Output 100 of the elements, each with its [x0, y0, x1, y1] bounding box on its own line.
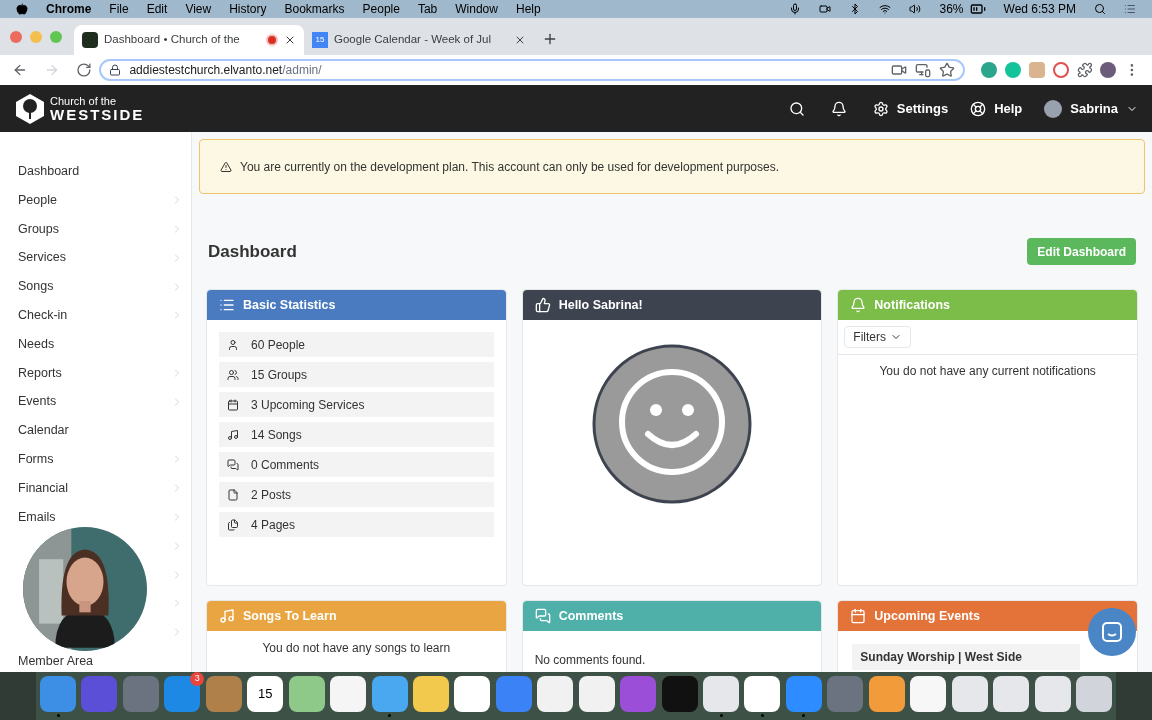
stat-row[interactable]: 4 Pages — [219, 512, 494, 537]
app-icon[interactable]: 15 — [247, 675, 284, 712]
camera-icon[interactable] — [891, 62, 908, 78]
apple-icon[interactable] — [16, 3, 28, 15]
stat-row[interactable]: 2 Posts — [219, 482, 494, 507]
sidebar-item[interactable]: Check-in — [18, 306, 68, 325]
battery-icon[interactable] — [969, 1, 986, 17]
tree-logo-icon[interactable] — [14, 92, 46, 125]
sidebar-item[interactable]: Calendar — [18, 421, 69, 440]
running-indicator — [56, 713, 60, 717]
sidebar-item[interactable]: Groups — [18, 219, 59, 239]
notifications-icon[interactable] — [830, 100, 847, 117]
app-icon[interactable] — [910, 675, 947, 712]
menu-item[interactable]: Window — [455, 0, 498, 18]
empty-message: You do not have any songs to learn — [261, 640, 452, 657]
stat-row[interactable]: 3 Upcoming Services — [219, 392, 494, 417]
lock-icon — [109, 64, 122, 76]
menu-item[interactable]: File — [109, 0, 129, 18]
app-icon[interactable] — [454, 675, 491, 712]
card-title: Upcoming Events — [874, 607, 980, 625]
user-menu[interactable]: Sabrina — [1044, 98, 1138, 119]
calendar-icon — [850, 608, 867, 624]
sidebar-item[interactable]: Songs — [18, 277, 54, 296]
app-icon[interactable] — [578, 675, 615, 712]
sidebar-item[interactable]: Forms — [18, 450, 54, 469]
menu-item[interactable]: Help — [515, 0, 541, 18]
extensions-icon[interactable] — [1076, 62, 1093, 78]
sidebar-item[interactable]: Financial — [18, 478, 69, 498]
search-icon[interactable] — [788, 100, 805, 117]
sidebar-item[interactable]: People — [18, 190, 57, 210]
filters-dropdown[interactable]: Filters — [844, 326, 911, 348]
menu-item[interactable]: View — [185, 0, 212, 18]
page-title: Dashboard — [208, 240, 297, 263]
lifebuoy-icon — [970, 100, 987, 117]
tab-title: Google Calendar - Week of Jul — [334, 32, 493, 48]
close-icon[interactable] — [284, 34, 296, 46]
sidebar-item[interactable]: Services — [18, 248, 66, 268]
sidebar-item[interactable]: Member Area — [18, 651, 94, 671]
devices-icon[interactable] — [915, 62, 932, 78]
empty-message: You do not have any current notifications — [878, 363, 1097, 380]
stat-row[interactable]: 14 Songs — [219, 422, 494, 447]
sidebar-item[interactable]: Emails — [18, 507, 56, 527]
extension-icon[interactable] — [981, 62, 998, 78]
browser-tab[interactable]: Dashboard • Church of the — [74, 25, 304, 55]
help-button[interactable]: Help — [970, 98, 1023, 119]
reload-icon[interactable] — [75, 62, 92, 78]
app-icon[interactable] — [288, 675, 325, 712]
documents-icon — [227, 518, 239, 531]
calendar-favicon: 15 — [312, 32, 328, 48]
sidebar-item[interactable]: Events — [18, 392, 57, 412]
chat-bubbles-icon — [534, 608, 551, 624]
camera-icon[interactable] — [819, 3, 832, 15]
app-icon[interactable] — [537, 675, 574, 712]
thumbs-up-icon — [534, 297, 551, 313]
people-icon — [227, 368, 239, 381]
menu-item[interactable]: Bookmarks — [284, 0, 345, 18]
stat-row[interactable]: 15 Groups — [219, 362, 494, 387]
app-icon[interactable] — [744, 675, 781, 712]
event-item[interactable]: Sunday Worship | West Side — [852, 644, 1081, 670]
stat-row[interactable]: 0 Comments — [219, 452, 494, 477]
menu-item[interactable]: History — [229, 0, 267, 18]
battery-percentage: 36% — [939, 1, 964, 18]
url-host: addiestestchurch.elvanto.net — [129, 63, 283, 77]
volume-icon[interactable] — [909, 3, 922, 15]
avatar-icon — [592, 344, 752, 504]
app-icon[interactable] — [993, 675, 1030, 712]
close-icon[interactable] — [514, 34, 526, 46]
menu-item[interactable]: Edit — [146, 0, 168, 18]
app-icon[interactable] — [412, 675, 449, 712]
clock[interactable]: Wed 6:53 PM — [1003, 0, 1076, 18]
sidebar-item[interactable]: Reports — [18, 363, 62, 383]
person-icon — [227, 338, 239, 351]
stat-row[interactable]: 60 People — [219, 332, 494, 357]
app-icon[interactable] — [868, 675, 905, 712]
sidebar-item[interactable]: Needs — [18, 334, 55, 354]
chat-icon — [1100, 620, 1124, 644]
search-icon[interactable] — [1094, 3, 1106, 15]
menu-item[interactable]: Chrome — [46, 0, 92, 18]
menu-item[interactable]: People — [362, 0, 400, 18]
profile-avatar[interactable] — [1100, 62, 1117, 78]
wifi-icon[interactable] — [879, 3, 892, 15]
menu-icon[interactable] — [1124, 3, 1136, 15]
app-icon[interactable] — [951, 675, 988, 712]
sidebar-item[interactable]: Dashboard — [18, 162, 80, 181]
gear-icon — [872, 100, 889, 117]
extension-icon[interactable] — [1052, 62, 1069, 78]
settings-button[interactable]: Settings — [872, 98, 949, 119]
back-icon[interactable] — [12, 62, 28, 78]
browser-tab[interactable]: 15 Google Calendar - Week of Jul — [304, 25, 534, 55]
app-icon[interactable] — [1034, 675, 1071, 712]
microphone-icon[interactable] — [789, 3, 802, 15]
new-tab-icon[interactable] — [542, 31, 558, 47]
app-icon[interactable] — [330, 675, 367, 712]
url-path: /admin/ — [282, 63, 322, 77]
app-icon[interactable] — [703, 675, 739, 712]
music-note-icon — [219, 608, 235, 624]
menu-item[interactable]: Tab — [417, 0, 438, 18]
app-icon[interactable] — [1075, 675, 1112, 712]
address-bar[interactable]: addiestestchurch.elvanto.net/admin/ — [99, 59, 966, 81]
bookmark-icon[interactable] — [939, 62, 956, 78]
